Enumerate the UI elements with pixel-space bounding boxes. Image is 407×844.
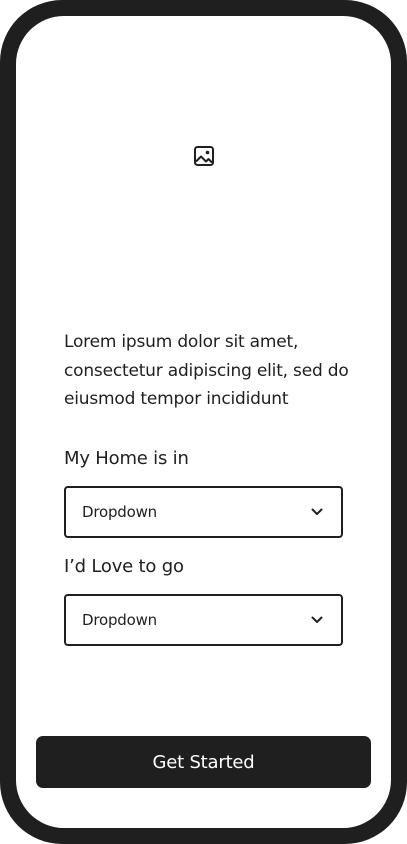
home-dropdown-value: Dropdown [82,503,157,521]
get-started-button[interactable]: Get Started [36,736,371,788]
app-screen: Lorem ipsum dolor sit amet, consectetur … [16,16,391,828]
home-label: My Home is in [64,448,189,469]
destination-dropdown[interactable]: Dropdown [64,594,343,646]
hero-image [16,16,391,296]
phone-frame: Lorem ipsum dolor sit amet, consectetur … [0,0,407,844]
intro-text: Lorem ipsum dolor sit amet, consectetur … [64,332,349,409]
chevron-down-icon [311,508,323,516]
destination-dropdown-value: Dropdown [82,611,157,629]
home-dropdown[interactable]: Dropdown [64,486,343,538]
destination-label: I’d Love to go [64,556,184,577]
chevron-down-icon [311,616,323,624]
image-placeholder-icon [193,145,215,167]
